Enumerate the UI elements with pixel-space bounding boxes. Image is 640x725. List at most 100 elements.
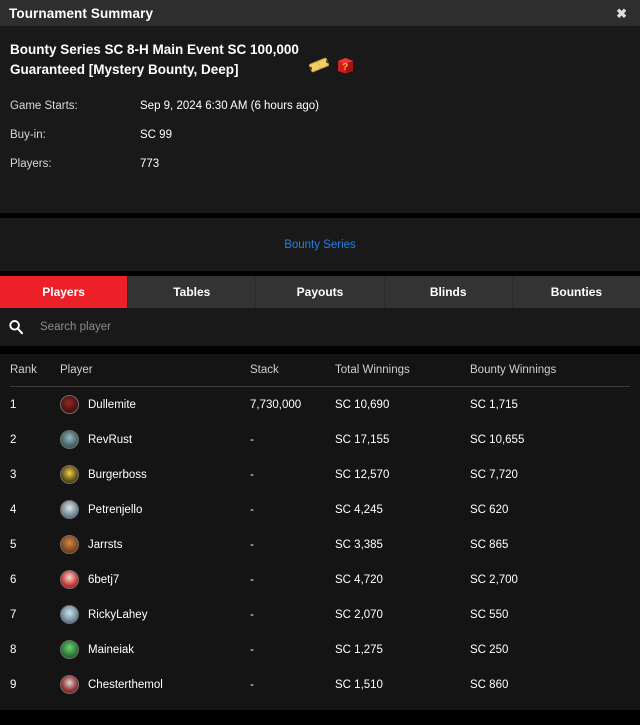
info-value: 773	[140, 158, 160, 170]
cell-rank: 4	[10, 503, 17, 516]
tab-bounties[interactable]: Bounties	[512, 276, 640, 308]
search-bar	[0, 308, 640, 346]
player-name: Burgerboss	[88, 468, 147, 481]
cell-player: 6betj7	[60, 570, 250, 589]
mystery-bounty-icon: ?	[338, 58, 353, 74]
cell-player: Jarrsts	[60, 535, 250, 554]
cell-player: Burgerboss	[60, 465, 250, 484]
avatar-dullemite	[60, 395, 79, 414]
cell-total-winnings: SC 17,155	[335, 433, 390, 446]
table-row[interactable]: 6 6betj7 - SC 4,720 SC 2,700	[10, 562, 630, 597]
cell-bounty-winnings: SC 620	[470, 503, 509, 516]
cell-rank: 1	[10, 398, 17, 411]
table-row[interactable]: 7 RickyLahey - SC 2,070 SC 550	[10, 597, 630, 632]
player-name: Chesterthemol	[88, 678, 163, 691]
table-row[interactable]: 8 Maineiak - SC 1,275 SC 250	[10, 632, 630, 667]
cell-player: Maineiak	[60, 640, 250, 659]
players-table: Rank Player Stack Total Winnings Bounty …	[0, 354, 640, 710]
info-row-game-starts: Game Starts: Sep 9, 2024 6:30 AM (6 hour…	[10, 100, 630, 129]
info-label: Buy-in:	[10, 129, 46, 141]
tab-payouts[interactable]: Payouts	[256, 276, 385, 308]
tournament-summary-panel: Bounty Series SC 8-H Main Event SC 100,0…	[0, 26, 640, 213]
divider	[0, 346, 640, 354]
avatar-jarrsts	[60, 535, 79, 554]
cell-rank: 3	[10, 468, 17, 481]
cell-stack: -	[250, 678, 254, 691]
series-band: Bounty Series	[0, 218, 640, 271]
player-name: Dullemite	[88, 398, 136, 411]
cell-total-winnings: SC 3,385	[335, 538, 383, 551]
cell-total-winnings: SC 1,510	[335, 678, 383, 691]
avatar-rickylahey	[60, 605, 79, 624]
search-icon[interactable]	[8, 319, 24, 335]
cell-bounty-winnings: SC 7,720	[470, 468, 518, 481]
series-link[interactable]: Bounty Series	[284, 239, 356, 251]
cell-stack: -	[250, 573, 254, 586]
table-row[interactable]: 4 Petrenjello - SC 4,245 SC 620	[10, 492, 630, 527]
table-row[interactable]: 3 Burgerboss - SC 12,570 SC 7,720	[10, 457, 630, 492]
tournament-summary-window: Tournament Summary ✖ Bounty Series SC 8-…	[0, 0, 640, 725]
cell-bounty-winnings: SC 1,715	[470, 398, 518, 411]
cell-total-winnings: SC 12,570	[335, 468, 390, 481]
search-input[interactable]	[40, 321, 640, 333]
player-name: RickyLahey	[88, 608, 148, 621]
tournament-name: Bounty Series SC 8-H Main Event SC 100,0…	[10, 42, 299, 77]
cell-stack: -	[250, 503, 254, 516]
cell-total-winnings: SC 4,720	[335, 573, 383, 586]
cell-total-winnings: SC 10,690	[335, 398, 390, 411]
column-header-stack: Stack	[250, 364, 279, 376]
avatar-revrust	[60, 430, 79, 449]
cell-rank: 6	[10, 573, 17, 586]
tab-blinds[interactable]: Blinds	[384, 276, 513, 308]
cell-stack: 7,730,000	[250, 398, 302, 411]
cell-rank: 9	[10, 678, 17, 691]
tab-bar: Players Tables Payouts Blinds Bounties	[0, 276, 640, 308]
ticket-icon	[309, 57, 329, 73]
cell-stack: -	[250, 433, 254, 446]
info-value: Sep 9, 2024 6:30 AM (6 hours ago)	[140, 100, 320, 112]
cell-rank: 5	[10, 538, 17, 551]
cell-bounty-winnings: SC 2,700	[470, 573, 518, 586]
player-name: Jarrsts	[88, 538, 123, 551]
tab-players[interactable]: Players	[0, 276, 129, 308]
cell-rank: 7	[10, 608, 17, 621]
table-row[interactable]: 2 RevRust - SC 17,155 SC 10,655	[10, 422, 630, 457]
player-name: Maineiak	[88, 643, 135, 656]
cell-player: Dullemite	[60, 395, 250, 414]
cell-stack: -	[250, 643, 254, 656]
tab-tables[interactable]: Tables	[128, 276, 257, 308]
cell-rank: 2	[10, 433, 17, 446]
table-row[interactable]: 1 Dullemite 7,730,000 SC 10,690 SC 1,715	[10, 387, 630, 422]
tournament-info-table: Game Starts: Sep 9, 2024 6:30 AM (6 hour…	[10, 100, 630, 187]
cell-bounty-winnings: SC 860	[470, 678, 509, 691]
svg-text:?: ?	[342, 62, 348, 73]
column-header-bounty-winnings: Bounty Winnings	[470, 364, 557, 376]
info-value: SC 99	[140, 129, 172, 141]
cell-rank: 8	[10, 643, 17, 656]
column-header-rank: Rank	[10, 364, 37, 376]
avatar-petrenjello	[60, 500, 79, 519]
window-title: Tournament Summary	[9, 5, 154, 21]
player-name: RevRust	[88, 433, 133, 446]
table-header-row: Rank Player Stack Total Winnings Bounty …	[10, 354, 630, 387]
cell-player: RickyLahey	[60, 605, 250, 624]
avatar-chesterthemol	[60, 675, 79, 694]
cell-bounty-winnings: SC 10,655	[470, 433, 525, 446]
cell-player: Chesterthemol	[60, 675, 250, 694]
column-header-total-winnings: Total Winnings	[335, 364, 410, 376]
window-titlebar: Tournament Summary ✖	[0, 0, 640, 26]
cell-bounty-winnings: SC 865	[470, 538, 509, 551]
cell-total-winnings: SC 4,245	[335, 503, 383, 516]
table-row[interactable]: 9 Chesterthemol - SC 1,510 SC 860	[10, 667, 630, 702]
info-label: Game Starts:	[10, 100, 78, 112]
cell-bounty-winnings: SC 250	[470, 643, 509, 656]
cell-bounty-winnings: SC 550	[470, 608, 509, 621]
close-icon[interactable]: ✖	[613, 5, 630, 22]
info-label: Players:	[10, 158, 52, 170]
cell-total-winnings: SC 2,070	[335, 608, 383, 621]
tournament-badges: ?	[308, 40, 355, 74]
avatar-6betj7	[60, 570, 79, 589]
player-name: 6betj7	[88, 573, 120, 586]
table-row[interactable]: 5 Jarrsts - SC 3,385 SC 865	[10, 527, 630, 562]
cell-stack: -	[250, 538, 254, 551]
